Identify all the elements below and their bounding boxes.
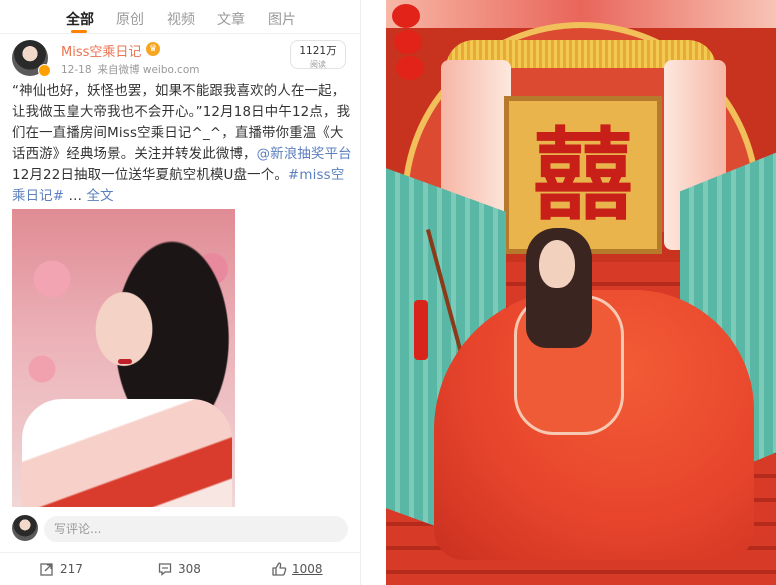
comment-icon: [158, 563, 172, 576]
active-tab-indicator: [71, 30, 87, 33]
post-meta: 12-18 来自微博 weibo.com: [61, 62, 206, 77]
read-label: 阅读: [310, 60, 326, 69]
author-name[interactable]: Miss空乘日记: [61, 41, 141, 60]
post-text-part-2: 12月22日抽取一位送华夏航空机模U盘一个。: [12, 168, 288, 183]
lantern-shape: [396, 56, 424, 80]
image-lips-shape: [118, 359, 132, 364]
comment-row: 写评论...: [0, 511, 361, 545]
repost-count: 217: [60, 562, 83, 576]
tab-original[interactable]: 原创: [116, 9, 144, 29]
comment-input[interactable]: 写评论...: [44, 516, 348, 542]
read-more-link[interactable]: 全文: [87, 189, 114, 204]
tab-all[interactable]: 全部: [66, 9, 94, 29]
comment-count: 308: [178, 562, 201, 576]
photo-face: [539, 240, 575, 288]
filter-tabs: 全部 原创 视频 文章 图片: [0, 0, 361, 34]
lantern-shape: [392, 4, 420, 28]
read-count: 1121万: [299, 45, 337, 57]
lantern-shape: [394, 30, 422, 54]
post-source: 来自微博 weibo.com: [97, 64, 200, 76]
tab-video[interactable]: 视频: [167, 9, 195, 29]
verified-badge-icon: [38, 64, 51, 77]
post-body: “神仙也好，妖怪也罢，如果不能跟我喜欢的人在一起，让我做玉皇大帝我也不会开心。”…: [12, 81, 352, 207]
double-happiness-character: 囍: [533, 116, 633, 234]
weibo-post-panel: 全部 原创 视频 文章 图片 Miss空乘日记 ♛ 12-18 来自微博 weib…: [0, 0, 361, 585]
ellipsis: ...: [64, 189, 87, 204]
read-count-badge: 1121万 阅读: [290, 40, 346, 69]
actions-divider: [0, 552, 361, 553]
vip-crown-icon: ♛: [146, 42, 160, 56]
tab-articles[interactable]: 文章: [217, 9, 245, 29]
post-image[interactable]: [12, 209, 235, 507]
tab-images[interactable]: 图片: [268, 9, 296, 29]
commenter-avatar: [12, 515, 38, 541]
post-photo[interactable]: 囍: [386, 0, 776, 585]
mention-link[interactable]: @新浪抽奖平台: [257, 147, 352, 162]
image-robe-shape: [22, 399, 232, 507]
photo-tassel: [414, 300, 428, 360]
repost-icon: [40, 563, 53, 576]
like-count: 1008: [292, 562, 323, 576]
post-date: 12-18: [61, 64, 92, 76]
thumbs-up-icon: [272, 562, 287, 576]
